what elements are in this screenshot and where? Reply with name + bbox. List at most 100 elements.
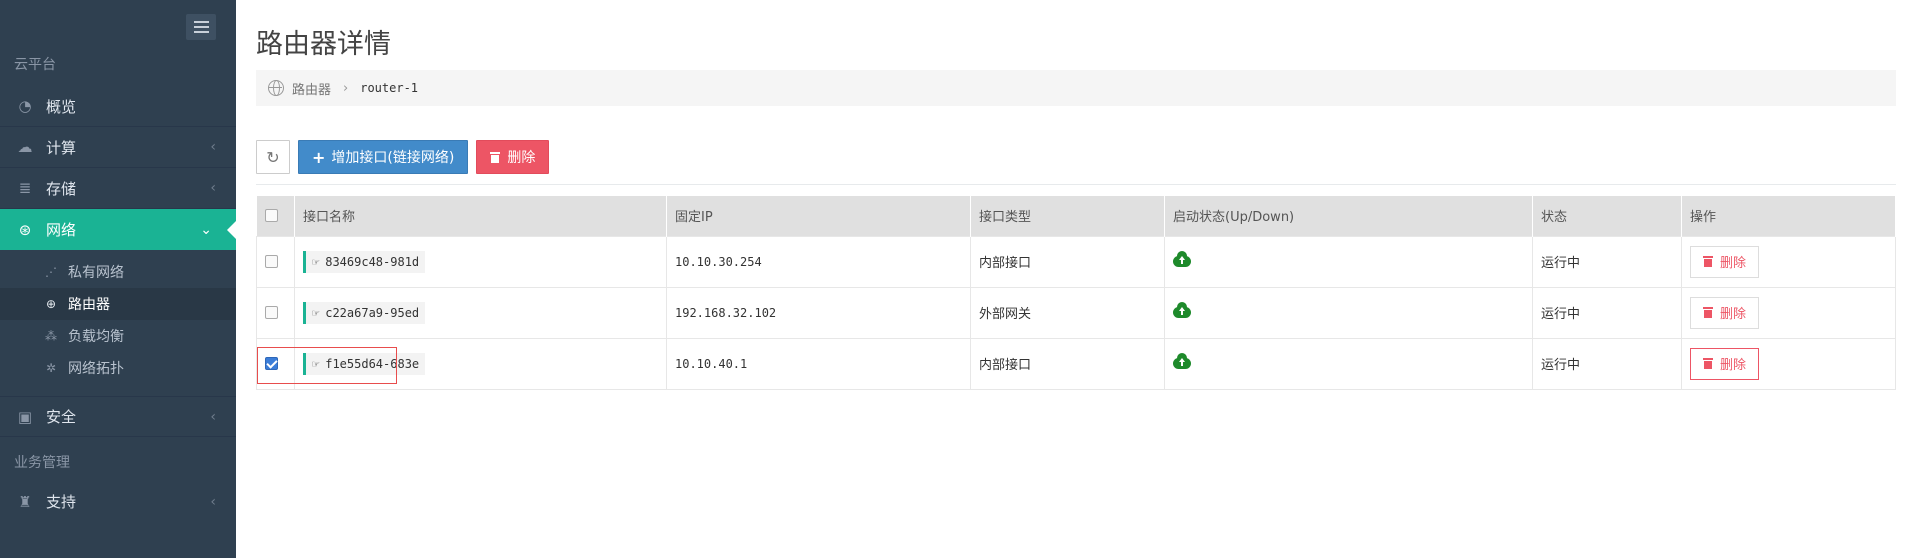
select-all-checkbox[interactable]: [264, 209, 278, 223]
sidebar-item-network[interactable]: ⊛ 网络 ⌄: [0, 209, 236, 250]
row-delete-button[interactable]: 删除: [1690, 347, 1760, 380]
breadcrumb: 路由器 › router-1: [256, 70, 1896, 106]
actions-cell: 删除: [1681, 286, 1896, 339]
sidebar-section-business: 业务管理: [14, 455, 70, 471]
sidebar-item-label: 安全: [46, 408, 77, 426]
row-select-cell: [256, 235, 295, 288]
sidebar-item-compute[interactable]: ☁ 计算 ‹: [0, 127, 236, 168]
breadcrumb-current: router-1: [360, 81, 419, 95]
column-header-type[interactable]: 接口类型: [970, 196, 1165, 236]
trash-icon: [1703, 256, 1713, 267]
sidebar-subitem-private-network[interactable]: ⋰ 私有网络: [0, 256, 236, 288]
interface-link[interactable]: ☞ c22a67a9-95ed: [303, 301, 426, 324]
table-row: ☞ f1e55d64-683e 10.10.40.1 内部接口 运行中 删除: [256, 337, 1896, 390]
sidebar-item-label: 计算: [46, 138, 77, 157]
actions-cell: 删除: [1681, 337, 1896, 390]
sidebar-item-storage[interactable]: ≣ 存储 ‹: [0, 168, 236, 209]
chevron-left-icon: ‹: [210, 493, 216, 510]
delete-button[interactable]: 删除: [476, 140, 550, 174]
cloud-upload-icon: [1173, 250, 1191, 267]
row-select-cell: [256, 286, 295, 339]
trophy-icon: ♜: [18, 492, 32, 511]
row-checkbox[interactable]: [265, 306, 278, 319]
cloud-icon: ☁: [17, 138, 33, 156]
table-row: ☞ c22a67a9-95ed 192.168.32.102 外部网关 运行中 …: [256, 286, 1896, 339]
globe-icon: ⊕: [45, 297, 57, 311]
column-header-status[interactable]: 状态: [1532, 196, 1682, 236]
divider: [256, 184, 1896, 185]
chevron-left-icon: ‹: [210, 139, 216, 155]
toolbar: ↻ + 增加接口(链接网络) 删除: [256, 140, 550, 174]
interface-name-cell: ☞ 83469c48-981d: [294, 235, 667, 288]
table-header-row: 接口名称 固定IP 接口类型 启动状态(Up/Down) 状态 操作: [256, 196, 1896, 236]
sidebar: 云平台 ◔ 概览 ☁ 计算 ‹ ≣ 存储 ‹ ⊛ 网络 ⌄ ⋰ 私有网络 ⊕ 路…: [0, 0, 236, 558]
sidebar-subitem-label: 私有网络: [68, 265, 124, 281]
hamburger-icon-bar: [193, 26, 209, 28]
dashboard-icon: ◔: [18, 97, 32, 115]
sidebar-subitem-load-balancer[interactable]: ⁂ 负载均衡: [0, 320, 236, 352]
sidebar-item-label: 存储: [46, 179, 77, 198]
chevron-down-icon: ⌄: [200, 221, 212, 238]
column-header-admin-state[interactable]: 启动状态(Up/Down): [1164, 196, 1533, 236]
admin-state-cell: [1164, 286, 1533, 339]
row-delete-label: 删除: [1720, 307, 1747, 322]
chevron-left-icon: ‹: [210, 180, 216, 196]
main-content: 路由器详情 路由器 › router-1 ↻ + 增加接口(链接网络) 删除 接…: [236, 0, 1908, 558]
interface-link[interactable]: ☞ 83469c48-981d: [303, 250, 426, 273]
add-interface-button[interactable]: + 增加接口(链接网络): [298, 140, 469, 174]
sidebar-subitem-label: 网络拓扑: [68, 361, 124, 377]
status-cell: 运行中: [1532, 235, 1682, 288]
sidebar-section-cloud: 云平台: [14, 57, 56, 73]
sidebar-subitem-label: 负载均衡: [68, 329, 124, 345]
column-header-actions: 操作: [1681, 196, 1896, 236]
breadcrumb-root-link[interactable]: 路由器: [292, 79, 331, 98]
hamburger-icon: [193, 21, 209, 23]
sidebar-subitem-topology[interactable]: ✲ 网络拓扑: [0, 352, 236, 384]
row-delete-label: 删除: [1720, 358, 1747, 373]
admin-state-cell: [1164, 337, 1533, 390]
sidebar-item-security[interactable]: ▣ 安全 ‹: [0, 396, 236, 437]
interface-type-cell: 内部接口: [970, 235, 1165, 288]
sidebar-subitem-label: 路由器: [68, 297, 110, 313]
row-delete-button[interactable]: 删除: [1690, 245, 1760, 278]
interfaces-table: 接口名称 固定IP 接口类型 启动状态(Up/Down) 状态 操作 ☞ 834…: [256, 196, 1896, 390]
rss-icon: ⋰: [45, 265, 57, 279]
interface-type-cell: 内部接口: [970, 337, 1165, 390]
cloud-upload-icon: [1173, 301, 1191, 318]
cloud-upload-icon: [1173, 352, 1191, 369]
topology-icon: ✲: [45, 361, 57, 375]
table-row: ☞ 83469c48-981d 10.10.30.254 内部接口 运行中 删除: [256, 235, 1896, 288]
sidebar-item-overview[interactable]: ◔ 概览: [0, 86, 236, 127]
interface-name: c22a67a9-95ed: [325, 305, 420, 320]
trash-icon: [490, 151, 501, 163]
interface-type-cell: 外部网关: [970, 286, 1165, 339]
row-delete-button[interactable]: 删除: [1690, 296, 1760, 329]
column-header-ip[interactable]: 固定IP: [666, 196, 971, 236]
actions-cell: 删除: [1681, 235, 1896, 288]
status-cell: 运行中: [1532, 337, 1682, 390]
menu-toggle-button[interactable]: [186, 14, 216, 40]
fixed-ip-cell: 10.10.30.254: [666, 235, 971, 288]
fixed-ip-cell: 192.168.32.102: [666, 286, 971, 339]
add-interface-label: 增加接口(链接网络): [331, 150, 455, 166]
delete-label: 删除: [507, 150, 536, 166]
status-cell: 运行中: [1532, 286, 1682, 339]
sidebar-item-label: 网络: [46, 221, 77, 239]
trash-icon: [1703, 307, 1713, 318]
hamburger-icon-bar: [193, 31, 209, 33]
sidebar-item-support[interactable]: ♜ 支持 ‹: [0, 481, 236, 522]
network-icon: ⊛: [18, 220, 32, 239]
hand-pointer-icon: ☞: [312, 254, 320, 269]
database-icon: ≣: [18, 179, 32, 197]
sitemap-icon: ⁂: [45, 329, 57, 343]
sidebar-item-label: 概览: [46, 97, 77, 116]
column-header-name[interactable]: 接口名称: [294, 196, 667, 236]
row-delete-label: 删除: [1720, 256, 1747, 271]
interface-name: 83469c48-981d: [325, 254, 420, 269]
selection-highlight: [257, 347, 397, 384]
chevron-left-icon: ‹: [210, 408, 216, 425]
row-checkbox[interactable]: [265, 255, 278, 268]
sidebar-subitem-router[interactable]: ⊕ 路由器: [0, 288, 236, 320]
refresh-button[interactable]: ↻: [256, 140, 290, 174]
globe-icon: [268, 80, 284, 96]
